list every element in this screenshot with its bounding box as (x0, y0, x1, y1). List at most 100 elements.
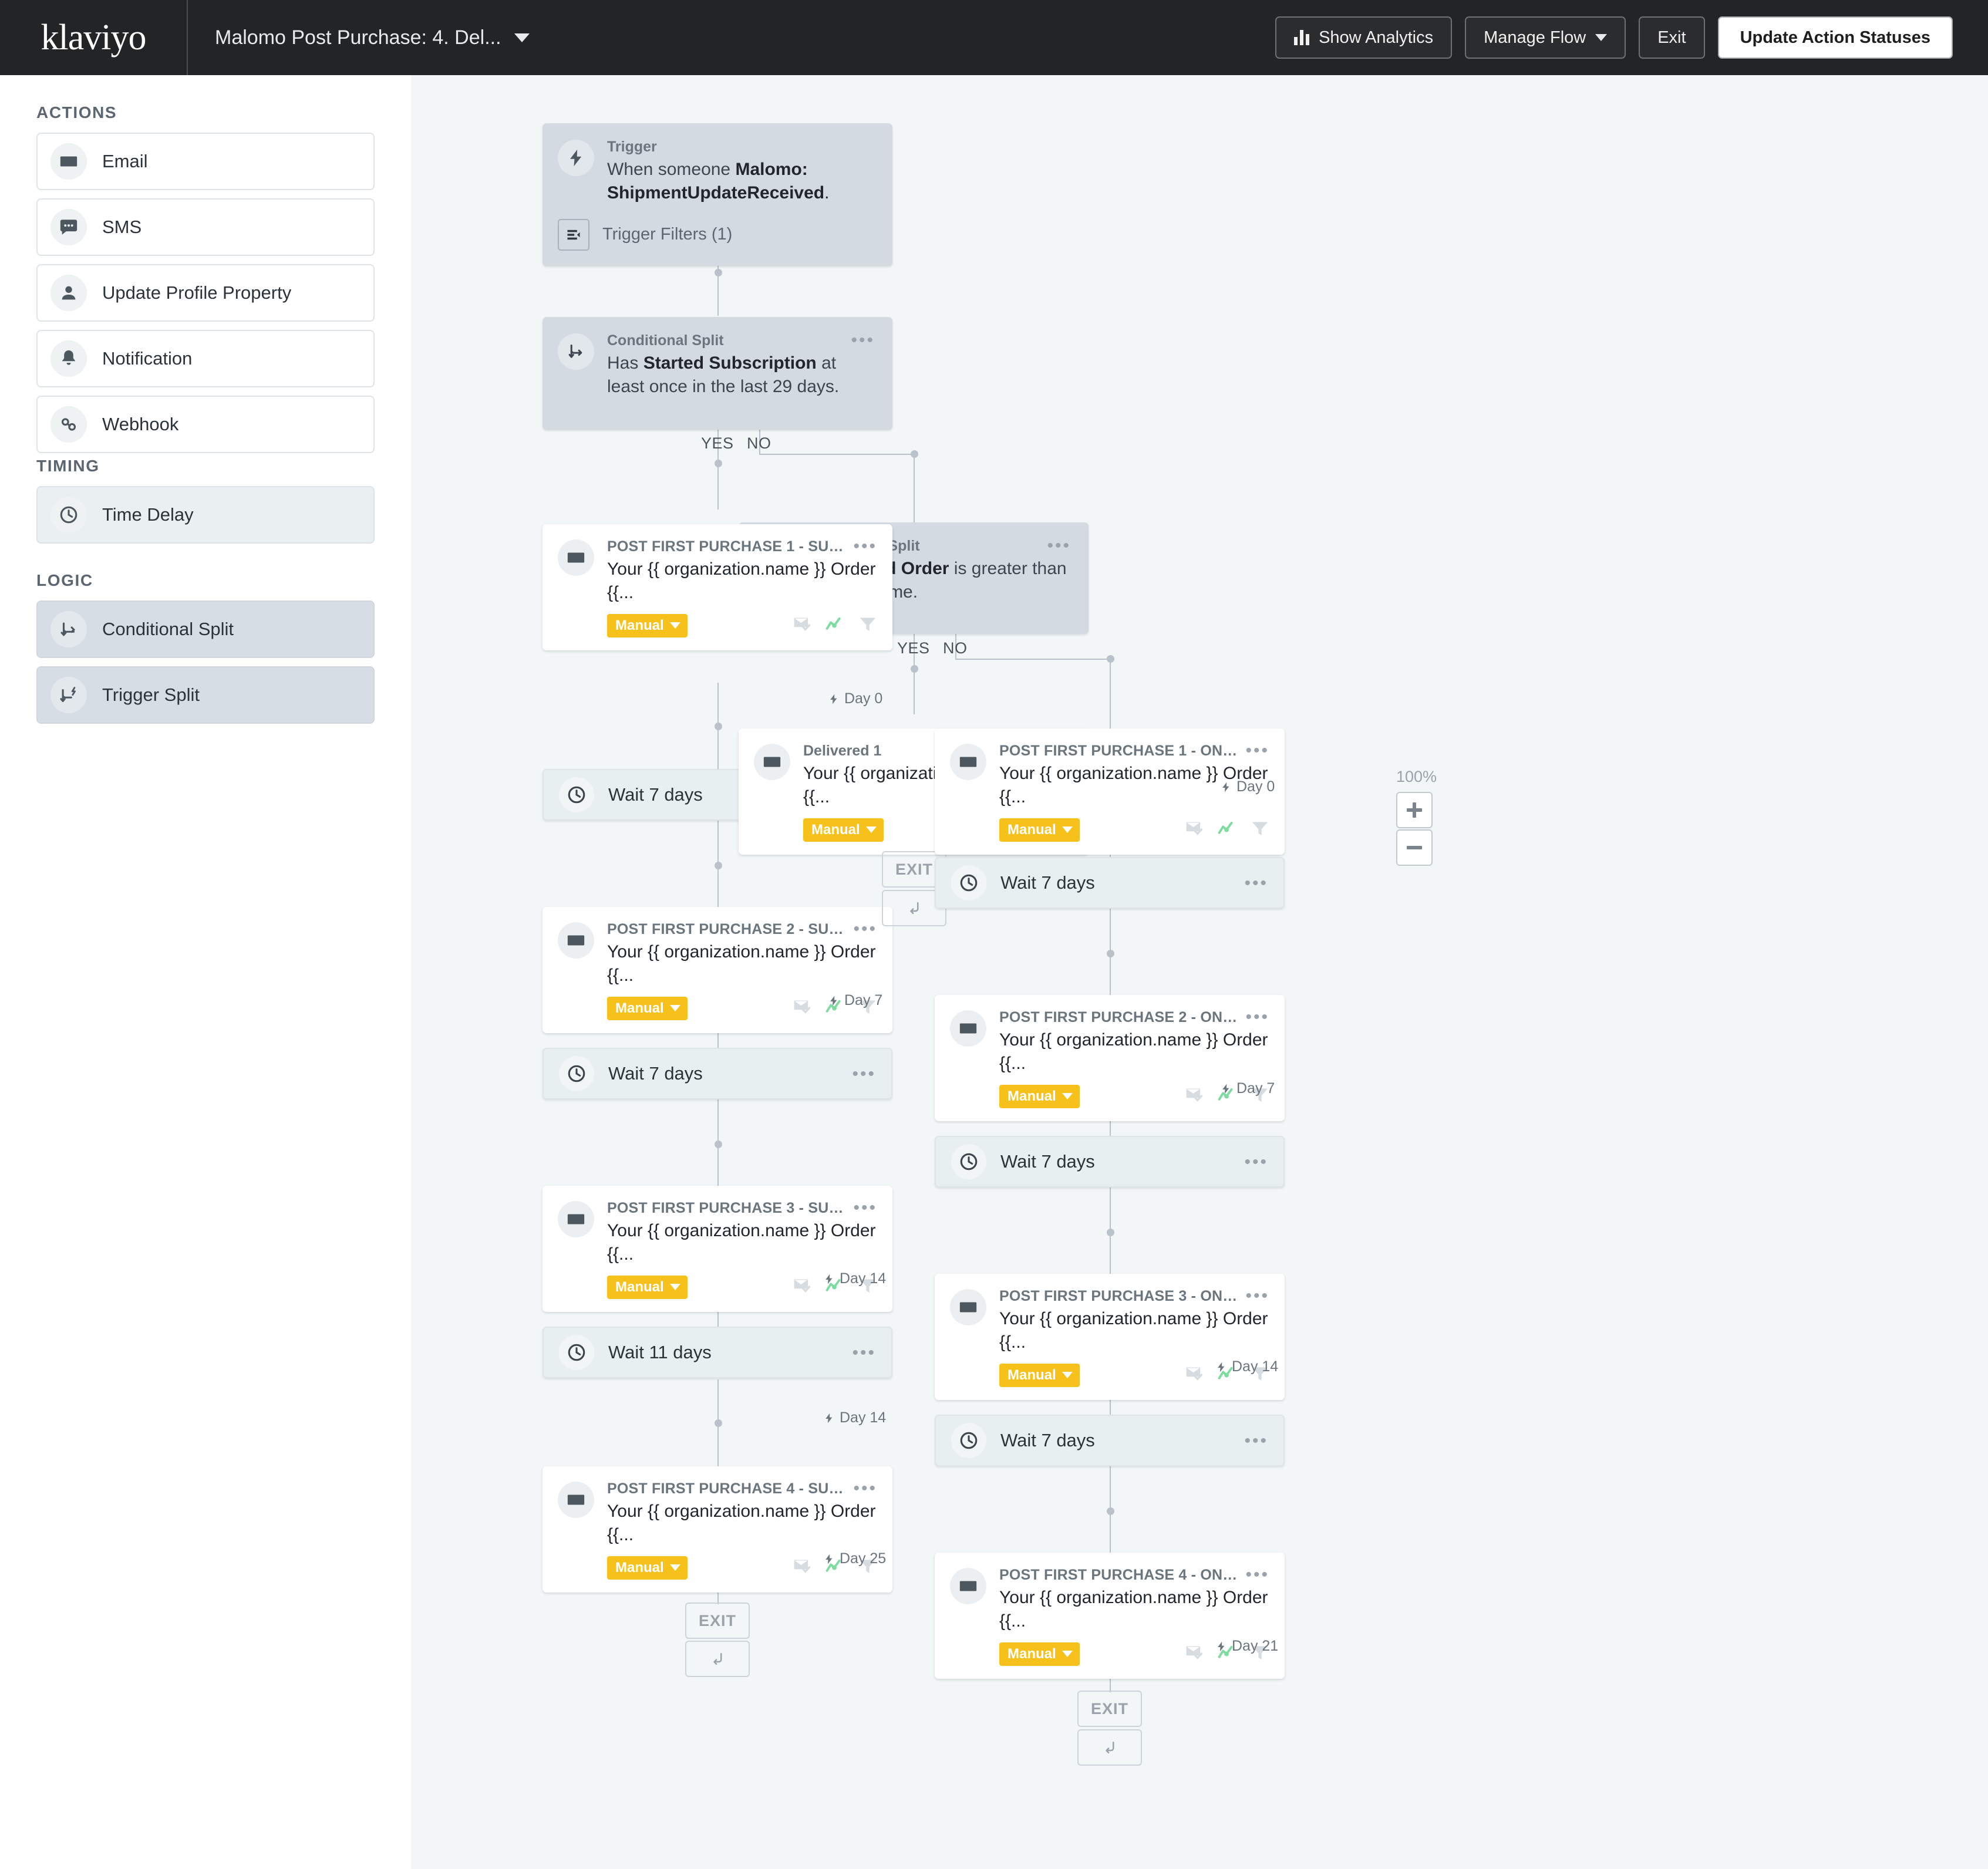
time-delay-node[interactable]: Wait 7 days ••• (935, 1136, 1285, 1187)
sidebar-item-label: Notification (102, 348, 192, 369)
node-menu-button[interactable]: ••• (853, 538, 877, 551)
time-delay-node[interactable]: Wait 7 days ••• (935, 857, 1285, 909)
klaviyo-wordmark: klaviyo (41, 17, 146, 59)
node-menu-button[interactable]: ••• (852, 1070, 876, 1078)
sidebar-item-trigger-split[interactable]: Trigger Split (36, 666, 375, 724)
envelope-icon (754, 744, 790, 780)
trigger-text: When someone Malomo: ShipmentUpdateRecei… (607, 158, 875, 205)
email-node[interactable]: POST FIRST PURCHASE 1 - SUBSCRIBER ••• Y… (543, 524, 892, 650)
status-dropdown[interactable]: Manual (803, 818, 884, 842)
status-dropdown[interactable]: Manual (607, 1276, 688, 1299)
top-bar: klaviyo Malomo Post Purchase: 4. Del... … (0, 0, 1988, 75)
status-dropdown[interactable]: Manual (999, 1364, 1080, 1387)
node-menu-button[interactable]: ••• (851, 332, 875, 345)
top-bar-actions: Show Analytics Manage Flow Exit Update A… (1275, 16, 1988, 59)
email-kicker: POST FIRST PURCHASE 4 - ONE OFF ... (999, 1567, 1239, 1584)
sidebar-item-update-profile-property[interactable]: Update Profile Property (36, 264, 375, 322)
email-subject: Your {{ organization.name }} Order {{... (607, 940, 877, 987)
node-menu-button[interactable]: ••• (1047, 538, 1071, 550)
node-menu-button[interactable]: ••• (1245, 1288, 1269, 1300)
sidebar-item-conditional-split[interactable]: Conditional Split (36, 600, 375, 658)
email-node[interactable]: POST FIRST PURCHASE 4 - SUBSCRIB... ••• … (543, 1466, 892, 1593)
time-delay-node[interactable]: Wait 7 days ••• (935, 1415, 1285, 1466)
email-node-icons (1185, 819, 1269, 840)
email-subject: Your {{ organization.name }} Order {{... (999, 1307, 1269, 1354)
clock-icon (559, 1335, 594, 1370)
trigger-filters-icon[interactable] (558, 219, 589, 251)
time-delay-label: Wait 11 days (608, 1342, 712, 1363)
conditional-split-1-node[interactable]: Conditional Split ••• Has Started Subscr… (543, 317, 892, 430)
envelope-icon (558, 539, 594, 576)
update-action-statuses-button[interactable]: Update Action Statuses (1718, 16, 1953, 59)
status-dropdown[interactable]: Manual (607, 1556, 688, 1580)
branch-label-no: NO (747, 434, 771, 453)
day-label: Day 7 (828, 992, 882, 1009)
chevron-down-icon (866, 826, 877, 833)
email-node[interactable]: POST FIRST PURCHASE 2 - SUBSCRIB... ••• … (543, 907, 892, 1033)
time-delay-label: Wait 7 days (1000, 872, 1095, 893)
chevron-down-icon (670, 1564, 680, 1571)
webhook-icon (50, 406, 87, 443)
chevron-down-icon (1062, 1093, 1073, 1099)
lightning-bolt-icon (823, 1272, 835, 1286)
trigger-split-icon (50, 677, 87, 713)
trigger-text-suffix: . (824, 183, 829, 203)
chevron-down-icon (670, 1005, 680, 1011)
smart-sending-icon (793, 1277, 813, 1297)
time-delay-node[interactable]: Wait 7 days ••• (543, 1048, 892, 1099)
node-menu-button[interactable]: ••• (853, 1480, 877, 1493)
exit-node[interactable]: EXIT (685, 1603, 750, 1639)
sidebar-item-notification[interactable]: Notification (36, 330, 375, 387)
status-label: Manual (1008, 1088, 1056, 1105)
split-kicker: Conditional Split (607, 332, 724, 349)
status-dropdown[interactable]: Manual (607, 614, 688, 637)
email-node[interactable]: POST FIRST PURCHASE 3 - ONE OFF ... ••• … (935, 1274, 1285, 1400)
connector-dot (911, 450, 918, 458)
connector-line (955, 659, 1110, 660)
exit-rejoin-button[interactable] (1077, 1729, 1142, 1766)
node-menu-button[interactable]: ••• (1245, 743, 1269, 755)
sidebar-item-sms[interactable]: SMS (36, 198, 375, 256)
sidebar-item-time-delay[interactable]: Time Delay (36, 486, 375, 544)
email-node[interactable]: POST FIRST PURCHASE 2 - ONE OFF ... ••• … (935, 995, 1285, 1121)
trigger-kicker: Trigger (607, 139, 875, 156)
trigger-node[interactable]: Trigger When someone Malomo: ShipmentUpd… (543, 123, 892, 266)
email-node[interactable]: POST FIRST PURCHASE 3 - SUBSCRIB... ••• … (543, 1186, 892, 1312)
email-node[interactable]: POST FIRST PURCHASE 4 - ONE OFF ... ••• … (935, 1553, 1285, 1679)
manage-flow-button[interactable]: Manage Flow (1465, 16, 1626, 59)
node-menu-button[interactable]: ••• (1245, 1009, 1269, 1021)
status-dropdown[interactable]: Manual (999, 1085, 1080, 1108)
node-menu-button[interactable]: ••• (853, 921, 877, 933)
status-dropdown[interactable]: Manual (607, 997, 688, 1020)
smart-sending-icon (1185, 1644, 1205, 1664)
node-menu-button[interactable]: ••• (1244, 1436, 1268, 1445)
status-dropdown[interactable]: Manual (999, 818, 1080, 842)
status-label: Manual (615, 1000, 664, 1017)
status-dropdown[interactable]: Manual (999, 1642, 1080, 1666)
node-menu-button[interactable]: ••• (1245, 1567, 1269, 1579)
clock-icon (951, 1423, 986, 1458)
filter-icon (858, 615, 877, 636)
node-menu-button[interactable]: ••• (852, 1348, 876, 1357)
zoom-in-button[interactable] (1396, 792, 1433, 828)
node-menu-button[interactable]: ••• (853, 1200, 877, 1212)
connector-dot (715, 1419, 722, 1427)
email-kicker: POST FIRST PURCHASE 2 - ONE OFF ... (999, 1009, 1239, 1026)
exit-rejoin-button[interactable] (685, 1641, 750, 1677)
lightning-bolt-icon (823, 1411, 835, 1425)
connector-dot (1107, 1229, 1114, 1236)
sidebar-item-email[interactable]: Email (36, 133, 375, 190)
flow-title-selector[interactable]: Malomo Post Purchase: 4. Del... (215, 26, 530, 49)
envelope-icon (950, 1010, 986, 1047)
show-analytics-button[interactable]: Show Analytics (1275, 16, 1452, 59)
flow-canvas[interactable]: Trigger When someone Malomo: ShipmentUpd… (411, 75, 1988, 1869)
status-label: Manual (615, 618, 664, 634)
update-action-statuses-label: Update Action Statuses (1740, 28, 1930, 48)
sidebar-item-webhook[interactable]: Webhook (36, 396, 375, 453)
node-menu-button[interactable]: ••• (1244, 1158, 1268, 1166)
time-delay-node[interactable]: Wait 11 days ••• (543, 1327, 892, 1378)
zoom-out-button[interactable] (1396, 829, 1433, 866)
node-menu-button[interactable]: ••• (1244, 879, 1268, 888)
exit-button[interactable]: Exit (1639, 16, 1704, 59)
exit-node[interactable]: EXIT (1077, 1691, 1142, 1727)
